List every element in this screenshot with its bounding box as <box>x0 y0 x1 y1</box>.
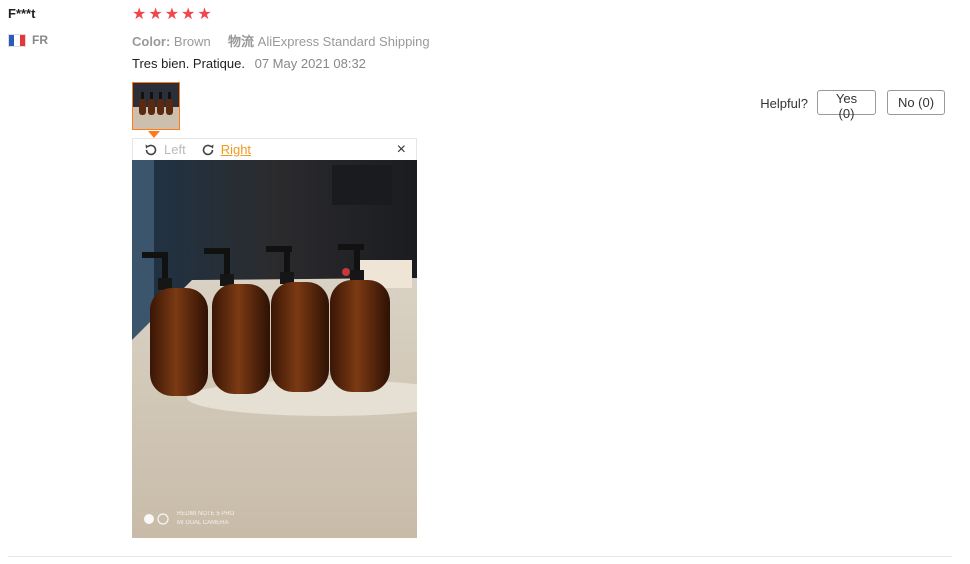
france-flag-icon <box>8 33 26 47</box>
country-code: FR <box>32 33 48 47</box>
review-meta: Color: Brown 物流 AliExpress Standard Ship… <box>132 31 430 50</box>
star-icon: ★ <box>197 6 212 23</box>
helpful-no-button[interactable]: No (0) <box>887 90 945 115</box>
star-icon: ★ <box>148 6 163 23</box>
color-value: Brown <box>173 34 211 49</box>
helpful-yes-button[interactable]: Yes (0) <box>817 90 876 121</box>
close-icon[interactable]: × <box>397 141 406 158</box>
review-photo-large: REDMI NOTE 5 PRO MI DUAL CAMERA <box>132 160 417 538</box>
reviewer-country: FR <box>8 33 48 47</box>
review-date: 07 May 2021 08:32 <box>254 56 366 71</box>
review-divider <box>8 556 952 557</box>
review-photo-thumbnail[interactable] <box>132 82 180 130</box>
reviewer-name: F***t <box>8 6 36 21</box>
star-icon: ★ <box>164 6 180 23</box>
rating-stars: ★ ★ ★ ★ ★ <box>132 6 212 24</box>
watermark-line-1: REDMI NOTE 5 PRO <box>177 511 235 517</box>
shipping-label: 物流 <box>228 34 255 49</box>
star-icon: ★ <box>181 6 196 23</box>
review-body: Tres bien. Pratique. <box>132 56 245 71</box>
rotate-left-button[interactable]: Left <box>164 142 186 157</box>
star-icon: ★ <box>132 6 147 23</box>
shipping-value: AliExpress Standard Shipping <box>257 34 430 49</box>
helpful-label: Helpful? <box>760 96 808 111</box>
color-label: Color: <box>132 34 171 49</box>
rotate-right-icon[interactable] <box>200 142 216 158</box>
watermark-line-2: MI DUAL CAMERA <box>177 520 228 526</box>
review-text: Tres bien. Pratique. 07 May 2021 08:32 <box>132 56 366 71</box>
image-viewer-toolbar: Left Right × <box>132 138 417 160</box>
rotate-left-icon[interactable] <box>143 142 159 158</box>
thumbnail-caret <box>148 131 160 138</box>
rotate-right-button[interactable]: Right <box>221 142 251 157</box>
